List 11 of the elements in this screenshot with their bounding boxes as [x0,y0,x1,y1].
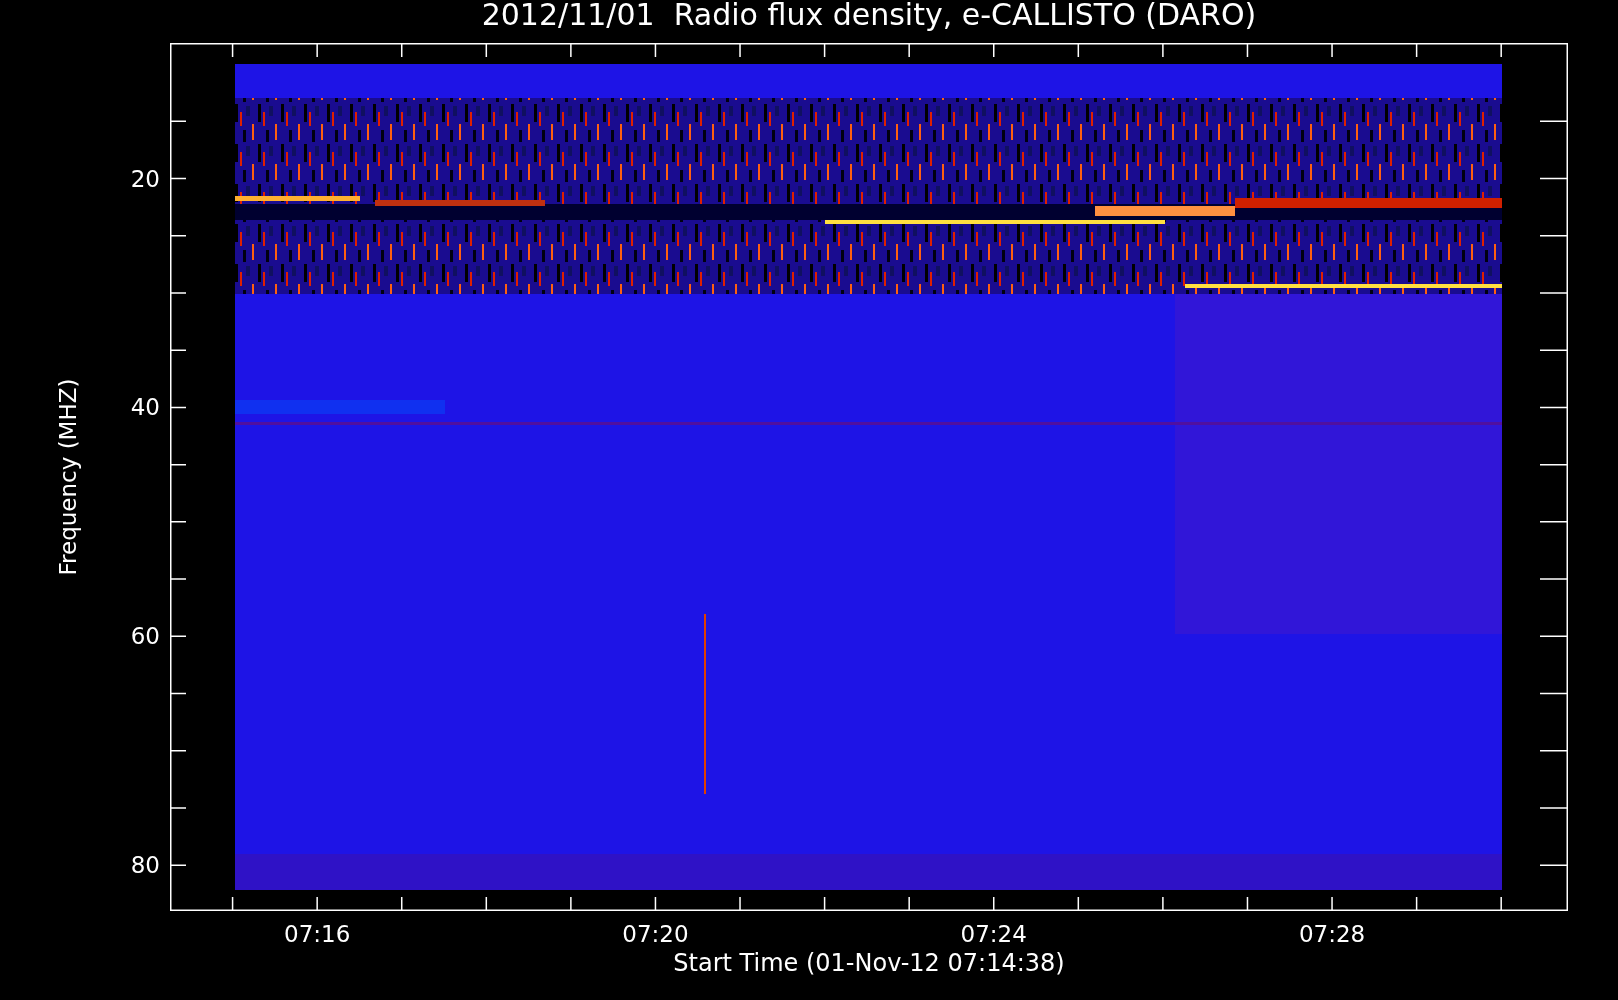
plot-title: 2012/11/01 Radio flux density, e-CALLISTO (DARO) [481,0,1257,34]
tick-label: 40 [130,394,160,421]
tick-label: 07:24 [960,921,1027,947]
tick-label: 80 [130,852,160,879]
axis-label: Frequency (MHZ) [55,378,82,576]
axis-label: Start Time (01-Nov-12 07:14:38) [673,949,1065,977]
tick-label: 07:20 [622,921,689,947]
tick-label: 20 [130,165,160,192]
tick-label: 60 [130,623,160,650]
tick-label: 07:28 [1298,921,1366,947]
tick-label: 07:16 [284,921,351,947]
